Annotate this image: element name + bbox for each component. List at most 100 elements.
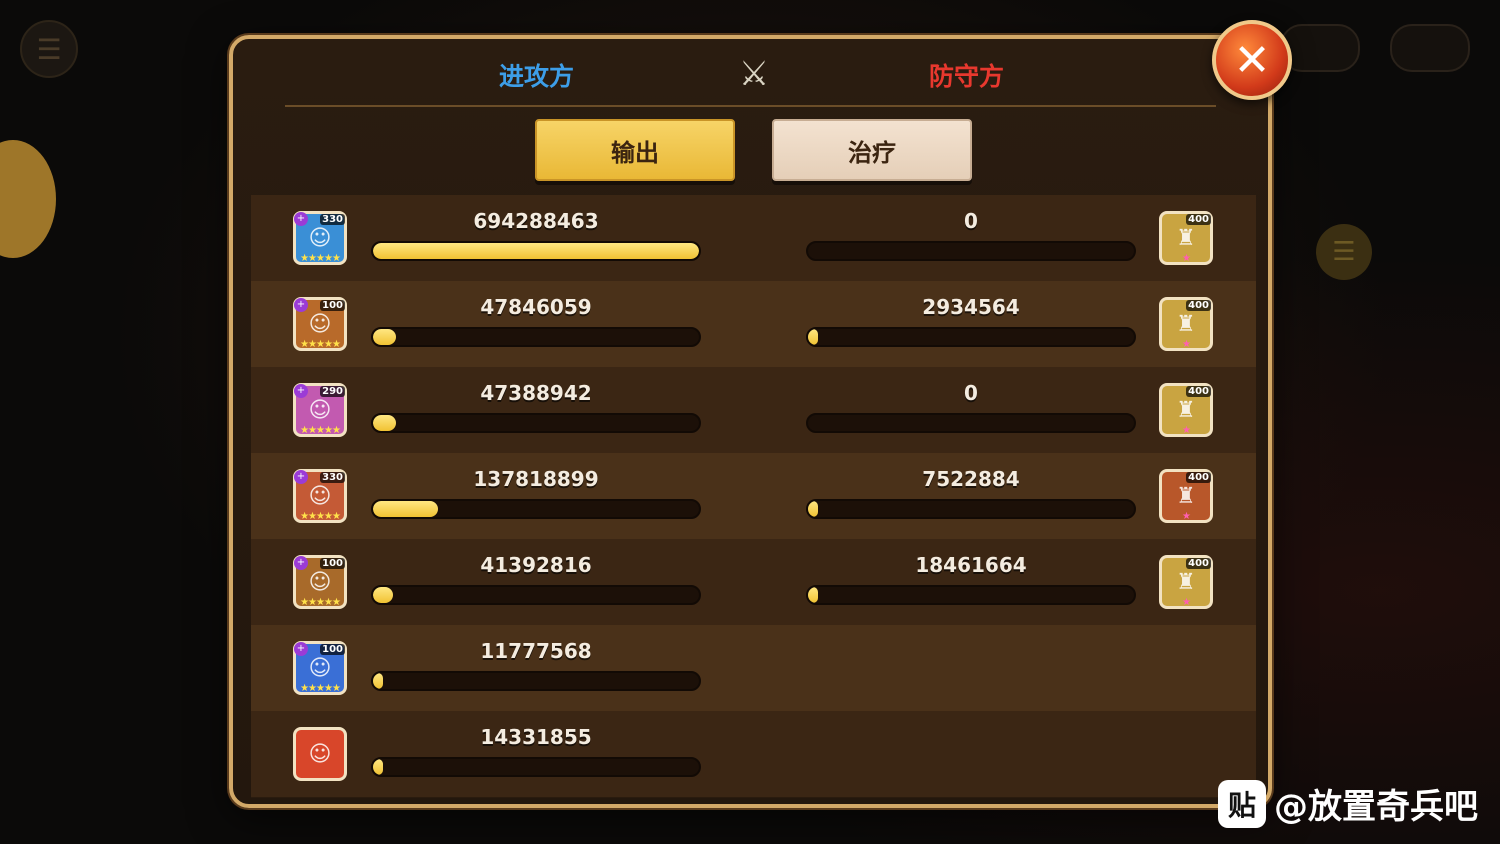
hero-level: 100 (320, 300, 345, 311)
stats-row: ☺ +100 ★★★★★ 11777568 (251, 625, 1256, 712)
defender-hero-portrait[interactable]: ♜ 400 ★ (1159, 211, 1213, 265)
star-rating-icon: ★★★★★ (300, 597, 341, 608)
defender-damage-bar (806, 413, 1136, 433)
list-icon: ☰ (1316, 224, 1372, 280)
attacker-damage-bar (371, 757, 701, 777)
damage-bar-fill (373, 243, 699, 259)
hero-face-icon: ☺ (308, 483, 332, 509)
damage-bar-fill (373, 587, 393, 603)
star-rating-icon: ★ (1182, 339, 1191, 350)
defender-damage-value: 7522884 (922, 467, 1020, 491)
star-rating-icon: ★ (1182, 511, 1191, 522)
attacker-damage-value: 47388942 (480, 381, 592, 405)
watermark: 贴 @放置奇兵吧 (1218, 779, 1478, 828)
damage-bar-fill (373, 759, 383, 775)
tab-healing[interactable]: 治疗 (772, 119, 972, 181)
hero-level: 330 (320, 214, 345, 225)
speed-button-bg (1280, 24, 1360, 72)
star-rating-icon: ★★★★★ (300, 253, 341, 264)
attacker-damage-value: 137818899 (473, 467, 599, 491)
hero-face-icon: ♜ (1176, 311, 1196, 337)
stats-row: ☺ +330 ★★★★★ 137818899 7522884 ♜ 400 ★ (251, 453, 1256, 540)
hero-level: 400 (1186, 300, 1211, 311)
defender-damage-value: 0 (964, 381, 978, 405)
defender-damage-bar (806, 327, 1136, 347)
defender-damage-value: 18461664 (915, 553, 1027, 577)
tieba-logo: 贴 (1218, 779, 1266, 828)
attacker-damage-value: 11777568 (480, 639, 592, 663)
attacker-hero-portrait[interactable]: ☺ +290 ★★★★★ (293, 383, 347, 437)
stats-row: ☺ +290 ★★★★★ 47388942 0 ♜ 400 ★ (251, 367, 1256, 454)
hero-level: 100 (320, 644, 345, 655)
attacker-damage-bar (371, 671, 701, 691)
star-rating-icon: ★ (1182, 253, 1191, 264)
skip-button-bg (1390, 24, 1470, 72)
hero-level: 330 (320, 472, 345, 483)
defender-hero-portrait[interactable]: ♜ 400 ★ (1159, 297, 1213, 351)
hero-face-icon: ☺ (308, 225, 332, 251)
defender-damage-bar (806, 585, 1136, 605)
damage-bar-fill (373, 673, 383, 689)
battle-stats-panel: 进攻方 ⚔ 防守方 输出 治疗 ☺ +330 ★★★★★ 694288463 0 ♜ 400… (229, 35, 1272, 808)
damage-bar-fill (373, 415, 396, 431)
stats-row: ☺ +100 ★★★★★ 47846059 2934564 ♜ 400 ★ (251, 281, 1256, 368)
damage-bar-fill (808, 501, 818, 517)
attacker-hero-portrait[interactable]: ☺ +100 ★★★★★ (293, 297, 347, 351)
damage-bar-fill (373, 501, 439, 517)
defender-damage-value: 2934564 (922, 295, 1020, 319)
gem-icon: + (294, 556, 308, 570)
hero-level: 400 (1186, 558, 1211, 569)
gem-icon: + (294, 298, 308, 312)
attack-side-label: 进攻方 (499, 62, 575, 91)
attacker-hero-portrait[interactable]: ☺ +330 ★★★★★ (293, 469, 347, 523)
crossed-swords-icon: ⚔ (738, 54, 770, 94)
damage-bar-fill (808, 587, 818, 603)
attacker-damage-value: 14331855 (480, 725, 592, 749)
star-rating-icon: ★★★★★ (300, 339, 341, 350)
stats-table: ☺ +330 ★★★★★ 694288463 0 ♜ 400 ★ ☺ +100 ★★★★★ 47846… (251, 195, 1256, 798)
gem-icon: + (294, 212, 308, 226)
defender-damage-bar (806, 241, 1136, 261)
tab-damage-output[interactable]: 输出 (535, 119, 735, 181)
stats-row: ☺ 14331855 (251, 711, 1256, 798)
hero-face-icon: ♜ (1176, 397, 1196, 423)
attacker-damage-value: 694288463 (473, 209, 599, 233)
attacker-hero-portrait[interactable]: ☺ +100 ★★★★★ (293, 555, 347, 609)
close-button[interactable]: ✕ (1212, 20, 1292, 100)
hero-level: 400 (1186, 386, 1211, 397)
gem-icon: + (294, 384, 308, 398)
star-rating-icon: ★★★★★ (300, 511, 341, 522)
attacker-damage-bar (371, 585, 701, 605)
defender-damage-value: 0 (964, 209, 978, 233)
defender-hero-portrait[interactable]: ♜ 400 ★ (1159, 555, 1213, 609)
attacker-hero-portrait[interactable]: ☺ (293, 727, 347, 781)
defender-damage-bar (806, 499, 1136, 519)
attacker-damage-bar (371, 241, 701, 261)
defender-hero-portrait[interactable]: ♜ 400 ★ (1159, 383, 1213, 437)
gem-icon: + (294, 470, 308, 484)
attacker-hero-portrait[interactable]: ☺ +100 ★★★★★ (293, 641, 347, 695)
hero-face-icon: ☺ (308, 569, 332, 595)
panel-header: 进攻方 ⚔ 防守方 (233, 39, 1268, 109)
attacker-damage-value: 41392816 (480, 553, 592, 577)
hero-level: 100 (320, 558, 345, 569)
defender-hero-portrait[interactable]: ♜ 400 ★ (1159, 469, 1213, 523)
attacker-hero-portrait[interactable]: ☺ +330 ★★★★★ (293, 211, 347, 265)
damage-bar-fill (373, 329, 396, 345)
stats-row: ☺ +100 ★★★★★ 41392816 18461664 ♜ 400 ★ (251, 539, 1256, 626)
hero-level: 400 (1186, 472, 1211, 483)
star-rating-icon: ★ (1182, 597, 1191, 608)
attacker-damage-value: 47846059 (480, 295, 592, 319)
stats-row: ☺ +330 ★★★★★ 694288463 0 ♜ 400 ★ (251, 195, 1256, 282)
hero-face-icon: ☺ (308, 397, 332, 423)
hero-face-icon: ♜ (1176, 569, 1196, 595)
hero-face-icon: ♜ (1176, 225, 1196, 251)
hero-level: 290 (320, 386, 345, 397)
gem-icon: + (294, 642, 308, 656)
hero-face-icon: ♜ (1176, 483, 1196, 509)
hero-face-icon: ☺ (308, 311, 332, 337)
damage-bar-fill (808, 329, 818, 345)
watermark-text: @放置奇兵吧 (1274, 787, 1478, 827)
close-icon: ✕ (1233, 34, 1271, 86)
hero-level: 400 (1186, 214, 1211, 225)
